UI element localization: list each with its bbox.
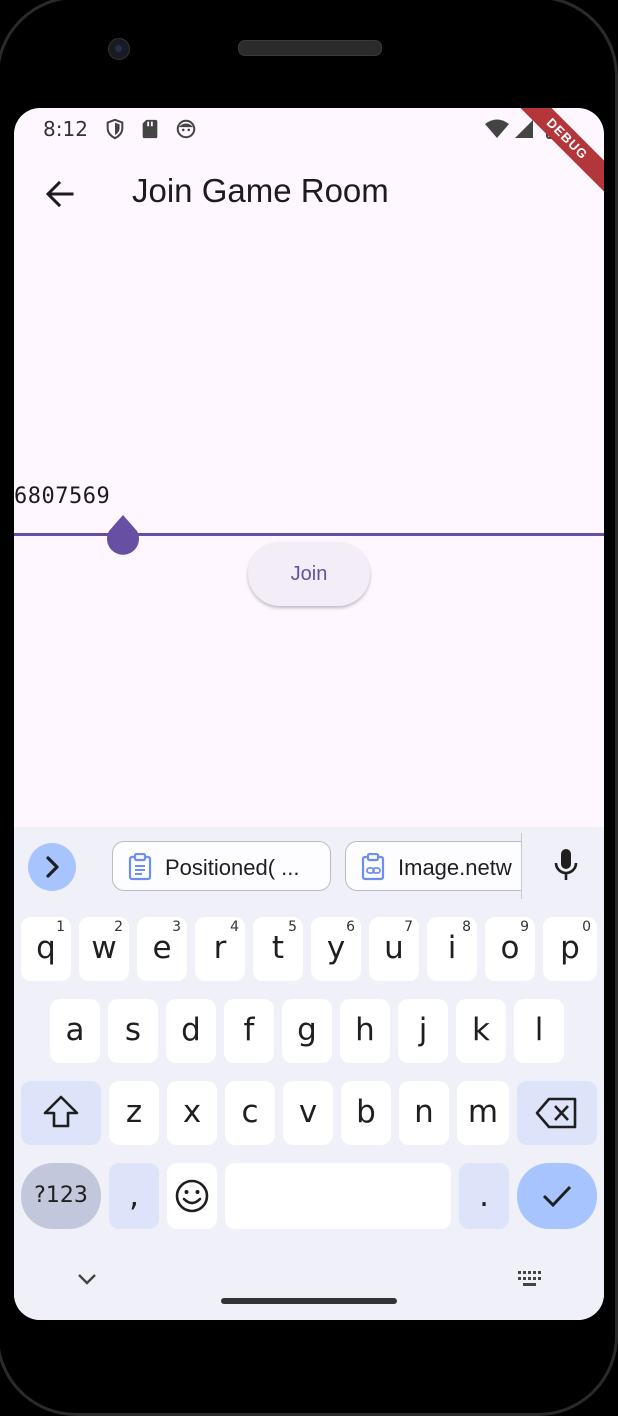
key-p[interactable]: p0	[543, 917, 597, 981]
comma-key[interactable]: ,	[109, 1163, 159, 1229]
shield-icon	[106, 118, 124, 140]
key-o[interactable]: o9	[485, 917, 535, 981]
suggestion-label: Positioned( ...	[165, 855, 300, 880]
key-hint: 2	[114, 919, 123, 935]
key-m[interactable]: m	[457, 1081, 509, 1145]
period-key[interactable]: .	[459, 1163, 509, 1229]
key-label: y	[326, 930, 346, 966]
key-r[interactable]: r4	[195, 917, 245, 981]
earpiece-speaker	[238, 40, 382, 56]
key-hint: 8	[462, 919, 471, 935]
hide-keyboard-icon[interactable]	[76, 1271, 98, 1287]
wifi-icon	[485, 119, 509, 138]
front-camera	[108, 38, 130, 60]
key-u[interactable]: u7	[369, 917, 419, 981]
checkmark-icon	[542, 1185, 572, 1208]
soft-keyboard: Positioned( ... Image.netw q 1 w 2 e 3 r…	[14, 827, 604, 1320]
backspace-icon	[535, 1097, 577, 1129]
face-icon	[176, 119, 196, 139]
key-f[interactable]: f	[224, 999, 274, 1063]
key-a[interactable]: a	[50, 999, 100, 1063]
expand-toolbar-icon[interactable]	[28, 843, 76, 891]
key-d[interactable]: d	[166, 999, 216, 1063]
key-w[interactable]: w2	[79, 917, 129, 981]
space-key[interactable]	[225, 1163, 451, 1229]
key-l[interactable]: l	[514, 999, 564, 1063]
key-hint: 0	[582, 919, 591, 935]
key-hint: 3	[172, 919, 181, 935]
done-key[interactable]	[517, 1163, 597, 1229]
key-hint: 5	[288, 919, 297, 935]
emoji-icon	[175, 1179, 209, 1213]
symbols-key[interactable]: ?123	[21, 1163, 101, 1229]
key-y[interactable]: y6	[311, 917, 361, 981]
key-q[interactable]: q1	[21, 917, 71, 981]
key-i[interactable]: i8	[427, 917, 477, 981]
suggestion-divider	[521, 833, 522, 899]
key-label: t	[271, 930, 285, 966]
key-hint: 1	[56, 919, 65, 935]
key-x[interactable]: x	[167, 1081, 217, 1145]
page-title: Join Game Room	[132, 172, 389, 209]
room-code-input[interactable]: 6807569	[14, 484, 110, 509]
back-arrow-icon[interactable]	[40, 174, 80, 214]
clipboard-icon	[128, 853, 152, 881]
key-label: e	[152, 930, 172, 966]
screen: 8:12 DEBUG Join Game Room 6807569 Join P…	[14, 108, 604, 1320]
shift-icon	[43, 1095, 79, 1128]
key-s[interactable]: s	[108, 999, 158, 1063]
input-underline	[14, 533, 604, 536]
key-v[interactable]: v	[283, 1081, 333, 1145]
key-j[interactable]: j	[398, 999, 448, 1063]
backspace-key[interactable]	[517, 1081, 597, 1145]
key-label: i	[447, 930, 457, 966]
key-z[interactable]: z	[109, 1081, 159, 1145]
key-b[interactable]: b	[341, 1081, 391, 1145]
microphone-icon[interactable]	[549, 847, 583, 883]
key-h[interactable]: h	[340, 999, 390, 1063]
shift-key[interactable]	[21, 1081, 101, 1145]
status-bar: 8:12 DEBUG	[14, 108, 604, 200]
key-n[interactable]: n	[399, 1081, 449, 1145]
key-hint: 4	[230, 919, 239, 935]
keyboard-switcher-icon[interactable]	[517, 1269, 545, 1289]
sd-card-icon	[142, 119, 158, 139]
status-time: 8:12	[43, 117, 88, 141]
key-label: o	[500, 930, 520, 966]
cell-signal-icon	[515, 120, 533, 138]
key-k[interactable]: k	[456, 999, 506, 1063]
clipboard-link-icon	[361, 853, 385, 881]
app-bar: Join Game Room	[14, 152, 604, 236]
clipboard-suggestion-2[interactable]: Image.netw	[345, 841, 521, 891]
suggestion-strip: Positioned( ... Image.netw	[14, 827, 604, 909]
key-label: p	[560, 930, 580, 966]
key-hint: 7	[404, 919, 413, 935]
key-label: w	[91, 930, 117, 966]
key-g[interactable]: g	[282, 999, 332, 1063]
key-label: q	[36, 930, 56, 966]
gesture-nav-handle[interactable]	[221, 1298, 397, 1304]
key-hint: 9	[520, 919, 529, 935]
key-label: u	[384, 930, 404, 966]
key-hint: 6	[346, 919, 355, 935]
suggestion-label: Image.netw	[398, 855, 512, 880]
key-t[interactable]: t5	[253, 917, 303, 981]
key-e[interactable]: e3	[137, 917, 187, 981]
phone-frame: 8:12 DEBUG Join Game Room 6807569 Join P…	[0, 0, 618, 1416]
clipboard-suggestion-1[interactable]: Positioned( ...	[112, 841, 331, 891]
key-label: r	[213, 930, 227, 966]
key-c[interactable]: c	[225, 1081, 275, 1145]
emoji-key[interactable]	[167, 1163, 217, 1229]
join-button[interactable]: Join	[248, 542, 370, 606]
cursor-handle[interactable]	[105, 513, 141, 559]
